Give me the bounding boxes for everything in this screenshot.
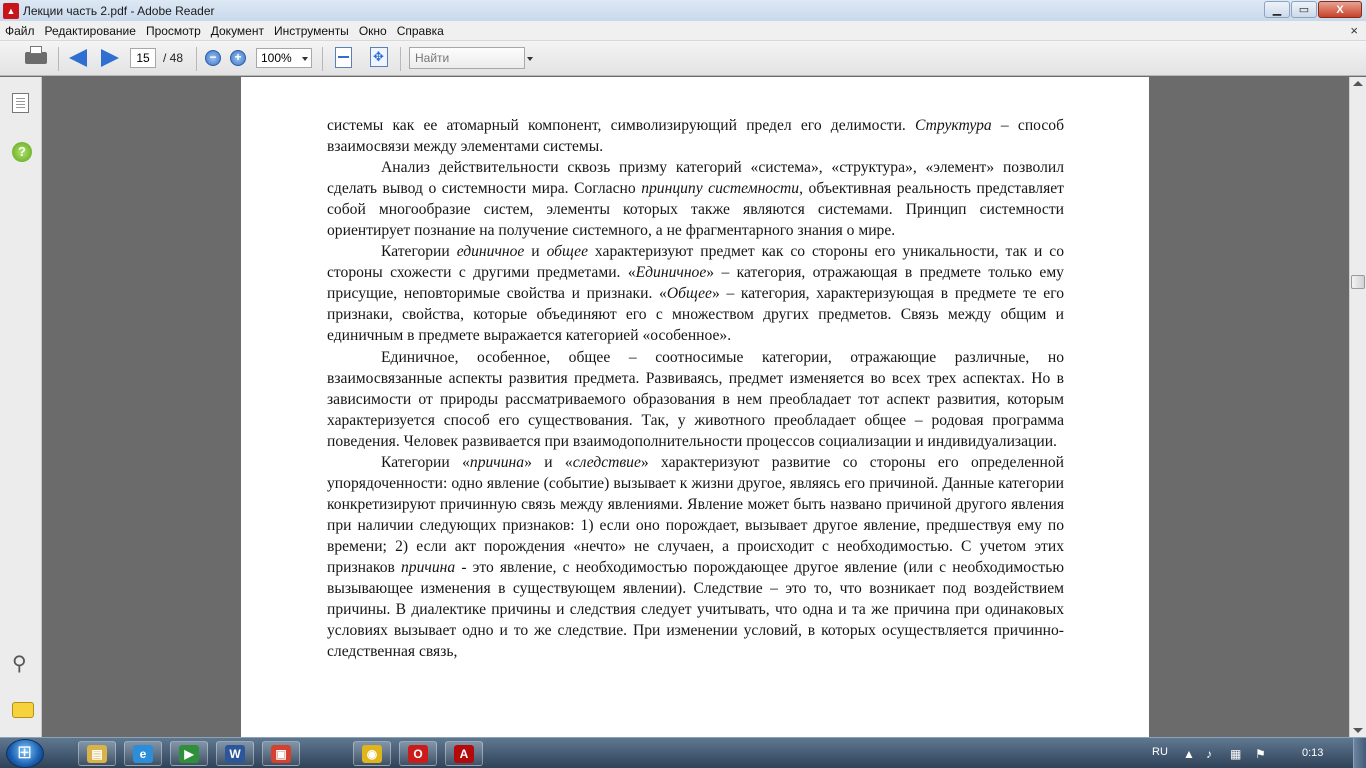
- close-button[interactable]: X: [1318, 1, 1362, 18]
- show-desktop-button[interactable]: [1353, 738, 1366, 768]
- clock[interactable]: 0:13: [1302, 747, 1323, 759]
- menu-tools[interactable]: Инструменты: [269, 24, 354, 38]
- taskbar-adobe-reader-icon[interactable]: A: [445, 741, 483, 766]
- menu-help[interactable]: Справка: [392, 24, 449, 38]
- language-indicator[interactable]: RU: [1152, 746, 1168, 758]
- text-run: системы как ее атомарный компонент, симв…: [327, 117, 916, 134]
- italic-term: Структура: [915, 117, 992, 134]
- help-icon[interactable]: ?: [12, 142, 32, 162]
- page-text: системы как ее атомарный компонент, симв…: [327, 115, 1064, 662]
- taskbar-opera-icon[interactable]: O: [399, 741, 437, 766]
- close-document-icon[interactable]: ×: [1350, 23, 1358, 38]
- toolbar-separator: [400, 47, 401, 71]
- taskbar-word-icon[interactable]: W: [216, 741, 254, 766]
- word-icon: W: [225, 744, 245, 763]
- minimize-button[interactable]: ▁: [1264, 1, 1290, 18]
- tray-expand-icon[interactable]: ▲: [1183, 747, 1195, 761]
- zoom-out-icon[interactable]: −: [205, 50, 221, 66]
- scroll-down-icon[interactable]: [1353, 728, 1363, 733]
- navigation-panel: ? ⚲: [0, 77, 42, 737]
- paragraph: Категории единичное и общее характеризую…: [327, 241, 1064, 346]
- volume-icon[interactable]: ♪: [1206, 747, 1212, 761]
- window-controls: ▁ ▭ X: [1263, 1, 1362, 18]
- text-run: и: [524, 243, 547, 261]
- italic-term: причина: [469, 453, 525, 471]
- taskbar-media-player-icon[interactable]: ▶: [170, 741, 208, 766]
- paragraph: Анализ действительности сквозь призму ка…: [327, 157, 1064, 241]
- scrollbar-thumb[interactable]: [1351, 275, 1365, 289]
- taskbar-explorer-icon[interactable]: ▤: [78, 741, 116, 766]
- internet-explorer-icon: e: [133, 744, 153, 763]
- taskbar-internet-explorer-icon[interactable]: e: [124, 741, 162, 766]
- italic-term: причина: [401, 558, 456, 576]
- scroll-up-icon[interactable]: [1353, 81, 1363, 86]
- next-page-icon[interactable]: [100, 48, 120, 68]
- italic-term: единичное: [456, 243, 525, 261]
- chrome-icon: ◉: [362, 744, 382, 763]
- toolbar-separator: [58, 47, 59, 71]
- italic-term: Общее: [666, 285, 712, 303]
- menu-view[interactable]: Просмотр: [141, 24, 206, 38]
- paperclip-icon[interactable]: ⚲: [12, 651, 27, 676]
- text-run: Категории: [381, 243, 457, 261]
- pages-icon[interactable]: [12, 93, 29, 113]
- text-run: » и «: [524, 453, 573, 471]
- menu-document[interactable]: Документ: [206, 24, 269, 38]
- paragraph: системы как ее атомарный компонент, симв…: [327, 115, 1064, 157]
- italic-term: следствие: [572, 453, 641, 471]
- maximize-button[interactable]: ▭: [1291, 1, 1317, 18]
- chevron-down-icon: [302, 57, 308, 61]
- menu-file[interactable]: Файл: [0, 24, 40, 38]
- print-icon[interactable]: [24, 46, 48, 68]
- taskbar: ▤ e ▶ W ▣ ◉ O A RU ▲ ♪ ▦ ⚑ 0:13: [0, 737, 1366, 768]
- adobe-reader-icon: A: [454, 744, 474, 763]
- comments-icon[interactable]: [12, 702, 34, 718]
- previous-page-icon[interactable]: [68, 48, 88, 68]
- paragraph: Категории «причина» и «следствие» характ…: [327, 452, 1064, 662]
- menu-window[interactable]: Окно: [354, 24, 392, 38]
- menu-edit[interactable]: Редактирование: [40, 24, 141, 38]
- zoom-level-value: 100%: [261, 51, 292, 65]
- italic-term: принципу системности,: [641, 180, 803, 198]
- action-center-icon[interactable]: ⚑: [1255, 747, 1266, 761]
- italic-term: общее: [546, 243, 588, 261]
- menu-bar: Файл Редактирование Просмотр Документ Ин…: [0, 21, 1366, 41]
- window-title: Лекции часть 2.pdf - Adobe Reader: [23, 3, 215, 18]
- toolbar-separator: [322, 47, 323, 71]
- adobe-reader-icon: ▲: [3, 2, 19, 19]
- opera-icon: O: [408, 744, 428, 763]
- page-number-input[interactable]: [130, 48, 156, 68]
- media-player-icon: ▶: [179, 744, 199, 763]
- text-run: Единичное, особенное, общее – соотносимы…: [327, 348, 1064, 450]
- toolbar-separator: [196, 47, 197, 71]
- fit-page-icon[interactable]: [335, 47, 352, 68]
- vertical-scrollbar[interactable]: [1349, 77, 1366, 737]
- find-input[interactable]: Найти: [409, 47, 525, 69]
- chevron-down-icon[interactable]: [527, 57, 533, 61]
- network-icon[interactable]: ▦: [1230, 747, 1241, 761]
- italic-term: Единичное: [635, 264, 707, 282]
- fit-window-icon[interactable]: [370, 47, 388, 67]
- title-bar: ▲ Лекции часть 2.pdf - Adobe Reader ▁ ▭ …: [0, 0, 1366, 21]
- taskbar-pdf-creator-icon[interactable]: ▣: [262, 741, 300, 766]
- document-viewport[interactable]: системы как ее атомарный компонент, симв…: [42, 77, 1349, 737]
- explorer-icon: ▤: [87, 744, 107, 763]
- paragraph: Единичное, особенное, общее – соотносимы…: [327, 347, 1064, 452]
- pdf-page: системы как ее атомарный компонент, симв…: [241, 77, 1149, 737]
- taskbar-chrome-icon[interactable]: ◉: [353, 741, 391, 766]
- text-run: Категории «: [381, 453, 470, 471]
- zoom-level-select[interactable]: 100%: [256, 48, 312, 68]
- zoom-in-icon[interactable]: +: [230, 50, 246, 66]
- text-run: » характеризуют развитие со стороны его …: [327, 453, 1064, 576]
- pdf-creator-icon: ▣: [271, 744, 291, 763]
- start-button[interactable]: [6, 739, 44, 768]
- page-count: / 48: [163, 51, 184, 65]
